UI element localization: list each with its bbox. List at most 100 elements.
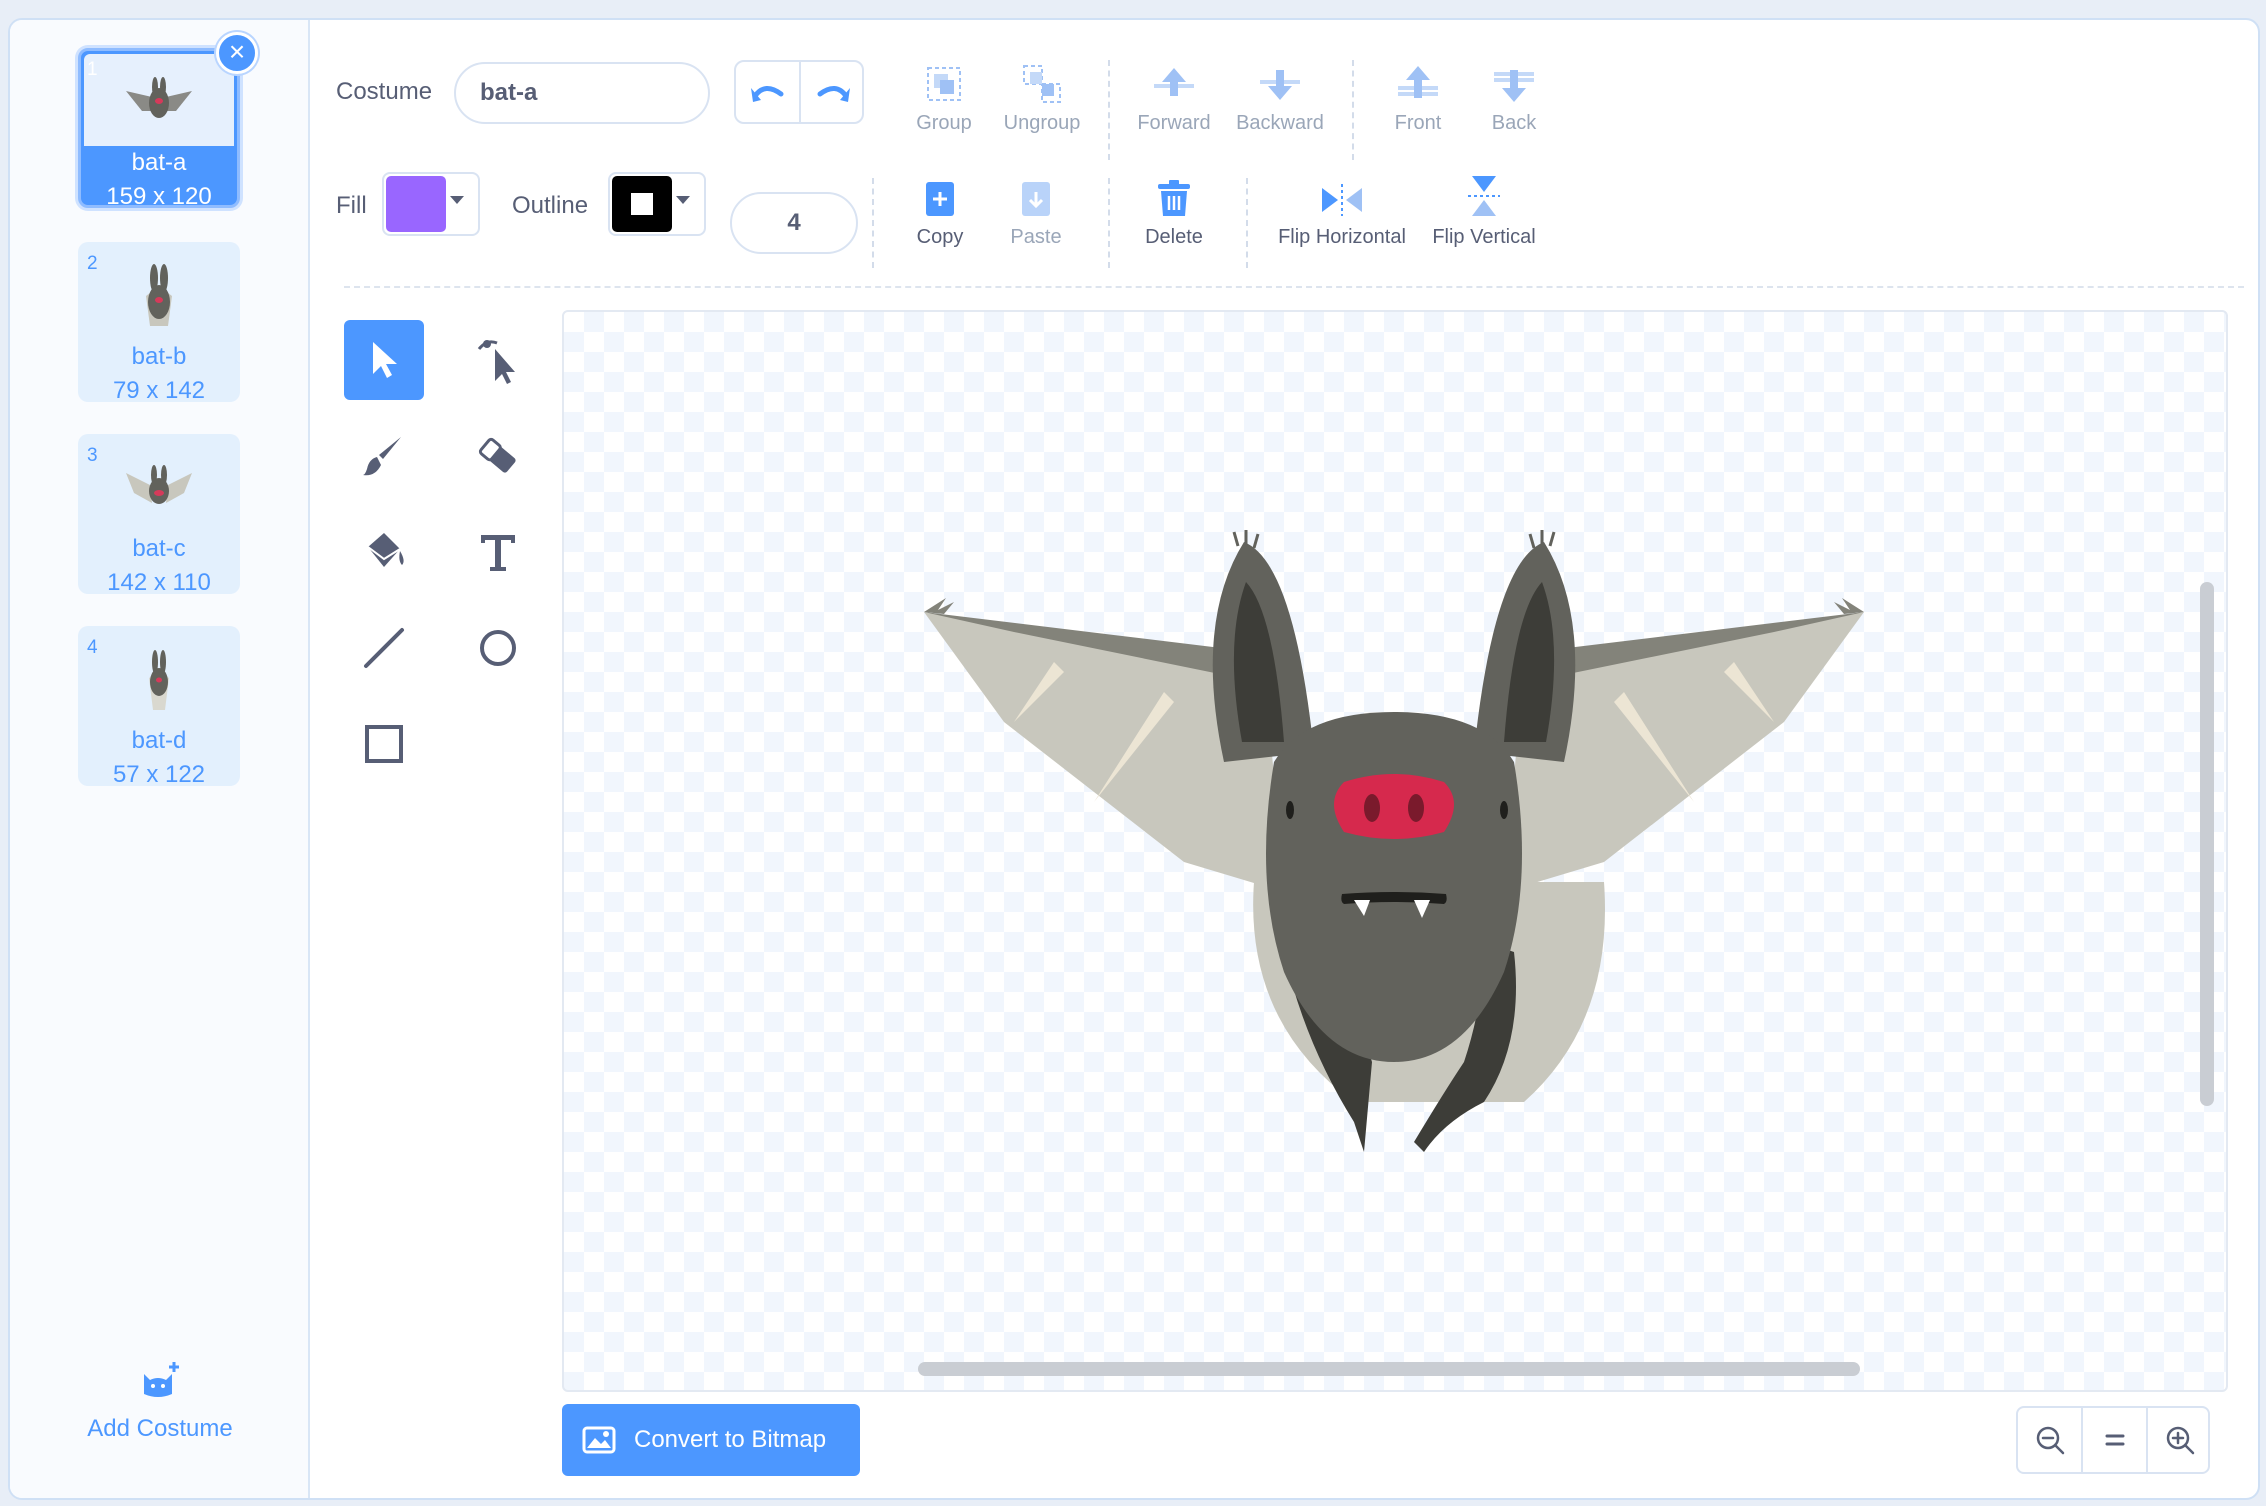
delete-costume-button[interactable]: ×: [216, 32, 258, 74]
vertical-scrollbar[interactable]: [2200, 582, 2214, 1106]
delete-button[interactable]: Delete: [1124, 168, 1224, 249]
front-button[interactable]: Front: [1368, 54, 1468, 135]
forward-button[interactable]: Forward: [1124, 54, 1224, 135]
costume-thumbnail: [84, 54, 234, 146]
costume-label: Costume: [336, 78, 433, 105]
costume-name: bat-a: [131, 149, 187, 176]
costume-thumbnail: [84, 634, 234, 724]
zoom-in-button[interactable]: [2148, 1408, 2211, 1472]
arrow-pointer-icon: [373, 342, 397, 378]
image-icon: [582, 1426, 616, 1454]
costume-item-4[interactable]: 4 bat-d 57 x 122: [78, 626, 240, 788]
copy-icon: [926, 182, 954, 216]
horizontal-scrollbar[interactable]: [918, 1362, 1860, 1376]
undo-button[interactable]: [736, 62, 799, 122]
bat-costume-drawing: [924, 530, 1864, 1152]
costume-item-1[interactable]: 1 bat-a 159 x 120: [78, 48, 240, 210]
copy-button[interactable]: Copy: [890, 168, 990, 249]
back-button[interactable]: Back: [1464, 54, 1564, 135]
copy-label: Copy: [916, 226, 964, 248]
group-label: Group: [916, 112, 972, 134]
chevron-down-icon: [676, 196, 690, 204]
convert-to-bitmap-label: Convert to Bitmap: [634, 1426, 827, 1453]
redo-button[interactable]: [801, 62, 864, 122]
costume-name: bat-c: [132, 535, 186, 562]
circle-tool[interactable]: [458, 608, 538, 688]
brush-tool[interactable]: [344, 416, 424, 496]
paste-label: Paste: [1010, 226, 1062, 248]
stroke-width-input[interactable]: 4: [730, 192, 858, 254]
zoom-controls: [2016, 1406, 2210, 1474]
flip-vertical-label: Flip Vertical: [1432, 226, 1536, 248]
group-icon: [927, 67, 961, 101]
back-icon: [1494, 70, 1534, 102]
add-costume-label: Add Costume: [87, 1415, 233, 1442]
backward-button[interactable]: Backward: [1230, 54, 1330, 135]
zoom-reset-button[interactable]: [2083, 1408, 2146, 1472]
undo-icon: [750, 86, 783, 102]
group-button[interactable]: Group: [894, 54, 994, 135]
delete-label: Delete: [1145, 226, 1203, 248]
fill-tool[interactable]: [344, 512, 424, 592]
brush-icon: [363, 437, 401, 476]
costume-item-3[interactable]: 3 bat-c 142 x 110: [78, 434, 240, 596]
chevron-down-icon: [450, 196, 464, 204]
flip-vertical-button[interactable]: Flip Vertical: [1422, 168, 1546, 249]
reshape-tool[interactable]: [458, 320, 538, 400]
costume-name: bat-d: [131, 727, 187, 754]
fill-color-picker[interactable]: [382, 172, 480, 236]
eraser-tool[interactable]: [458, 416, 538, 496]
rectangle-icon: [365, 725, 403, 763]
costume-size: 142 x 110: [107, 569, 211, 596]
text-icon: [481, 535, 515, 571]
paste-button[interactable]: Paste: [986, 168, 1086, 249]
backward-icon: [1260, 70, 1300, 100]
costume-name-input[interactable]: bat-a: [454, 62, 710, 124]
circle-icon: [480, 630, 516, 666]
forward-label: Forward: [1137, 112, 1211, 134]
costume-item-2[interactable]: 2 bat-b 79 x 142: [78, 242, 240, 404]
back-label: Back: [1491, 112, 1537, 134]
paint-editor: 1 bat-a 159 x 120 × 2 bat-b 79 x 142 3 b…: [8, 18, 2260, 1500]
flip-horizontal-icon: [1322, 184, 1362, 216]
costume-size: 79 x 142: [112, 377, 206, 404]
costume-name: bat-b: [131, 343, 187, 370]
paint-bucket-icon: [367, 533, 404, 567]
outline-swatch: [612, 176, 672, 232]
cat-plus-icon: [144, 1362, 179, 1397]
add-costume-button[interactable]: Add Costume: [10, 1360, 310, 1443]
drawing-canvas[interactable]: [562, 310, 2228, 1392]
backward-label: Backward: [1236, 112, 1324, 134]
reshape-icon: [477, 340, 515, 384]
costume-size: 57 x 122: [112, 761, 206, 788]
convert-to-bitmap-button[interactable]: Convert to Bitmap: [562, 1404, 860, 1476]
line-icon: [364, 628, 404, 668]
zoom-out-icon: [2036, 1426, 2064, 1455]
costume-number: 3: [87, 445, 98, 466]
ungroup-button[interactable]: Ungroup: [992, 54, 1092, 135]
close-icon: ×: [228, 36, 246, 67]
flip-horizontal-label: Flip Horizontal: [1278, 226, 1406, 248]
flip-horizontal-button[interactable]: Flip Horizontal: [1262, 168, 1422, 249]
costume-number: 1: [87, 59, 98, 80]
paste-icon: [1022, 182, 1050, 216]
bat-nose: [1334, 774, 1454, 839]
fill-swatch: [386, 176, 446, 232]
rectangle-tool[interactable]: [344, 704, 424, 784]
toolbar-divider: [344, 286, 2244, 288]
ungroup-icon: [1023, 65, 1061, 103]
flip-vertical-icon: [1468, 176, 1500, 216]
eraser-icon: [478, 437, 516, 473]
select-tool[interactable]: [344, 320, 424, 400]
costume-list: 1 bat-a 159 x 120 × 2 bat-b 79 x 142 3 b…: [10, 20, 310, 1498]
front-label: Front: [1394, 112, 1442, 134]
front-icon: [1398, 66, 1438, 98]
text-tool[interactable]: [458, 512, 538, 592]
forward-icon: [1154, 68, 1194, 96]
outline-label: Outline: [512, 192, 589, 219]
equals-icon: [2105, 1434, 2124, 1446]
ungroup-label: Ungroup: [1003, 112, 1081, 134]
outline-color-picker[interactable]: [608, 172, 706, 236]
line-tool[interactable]: [344, 608, 424, 688]
zoom-out-button[interactable]: [2018, 1408, 2081, 1472]
